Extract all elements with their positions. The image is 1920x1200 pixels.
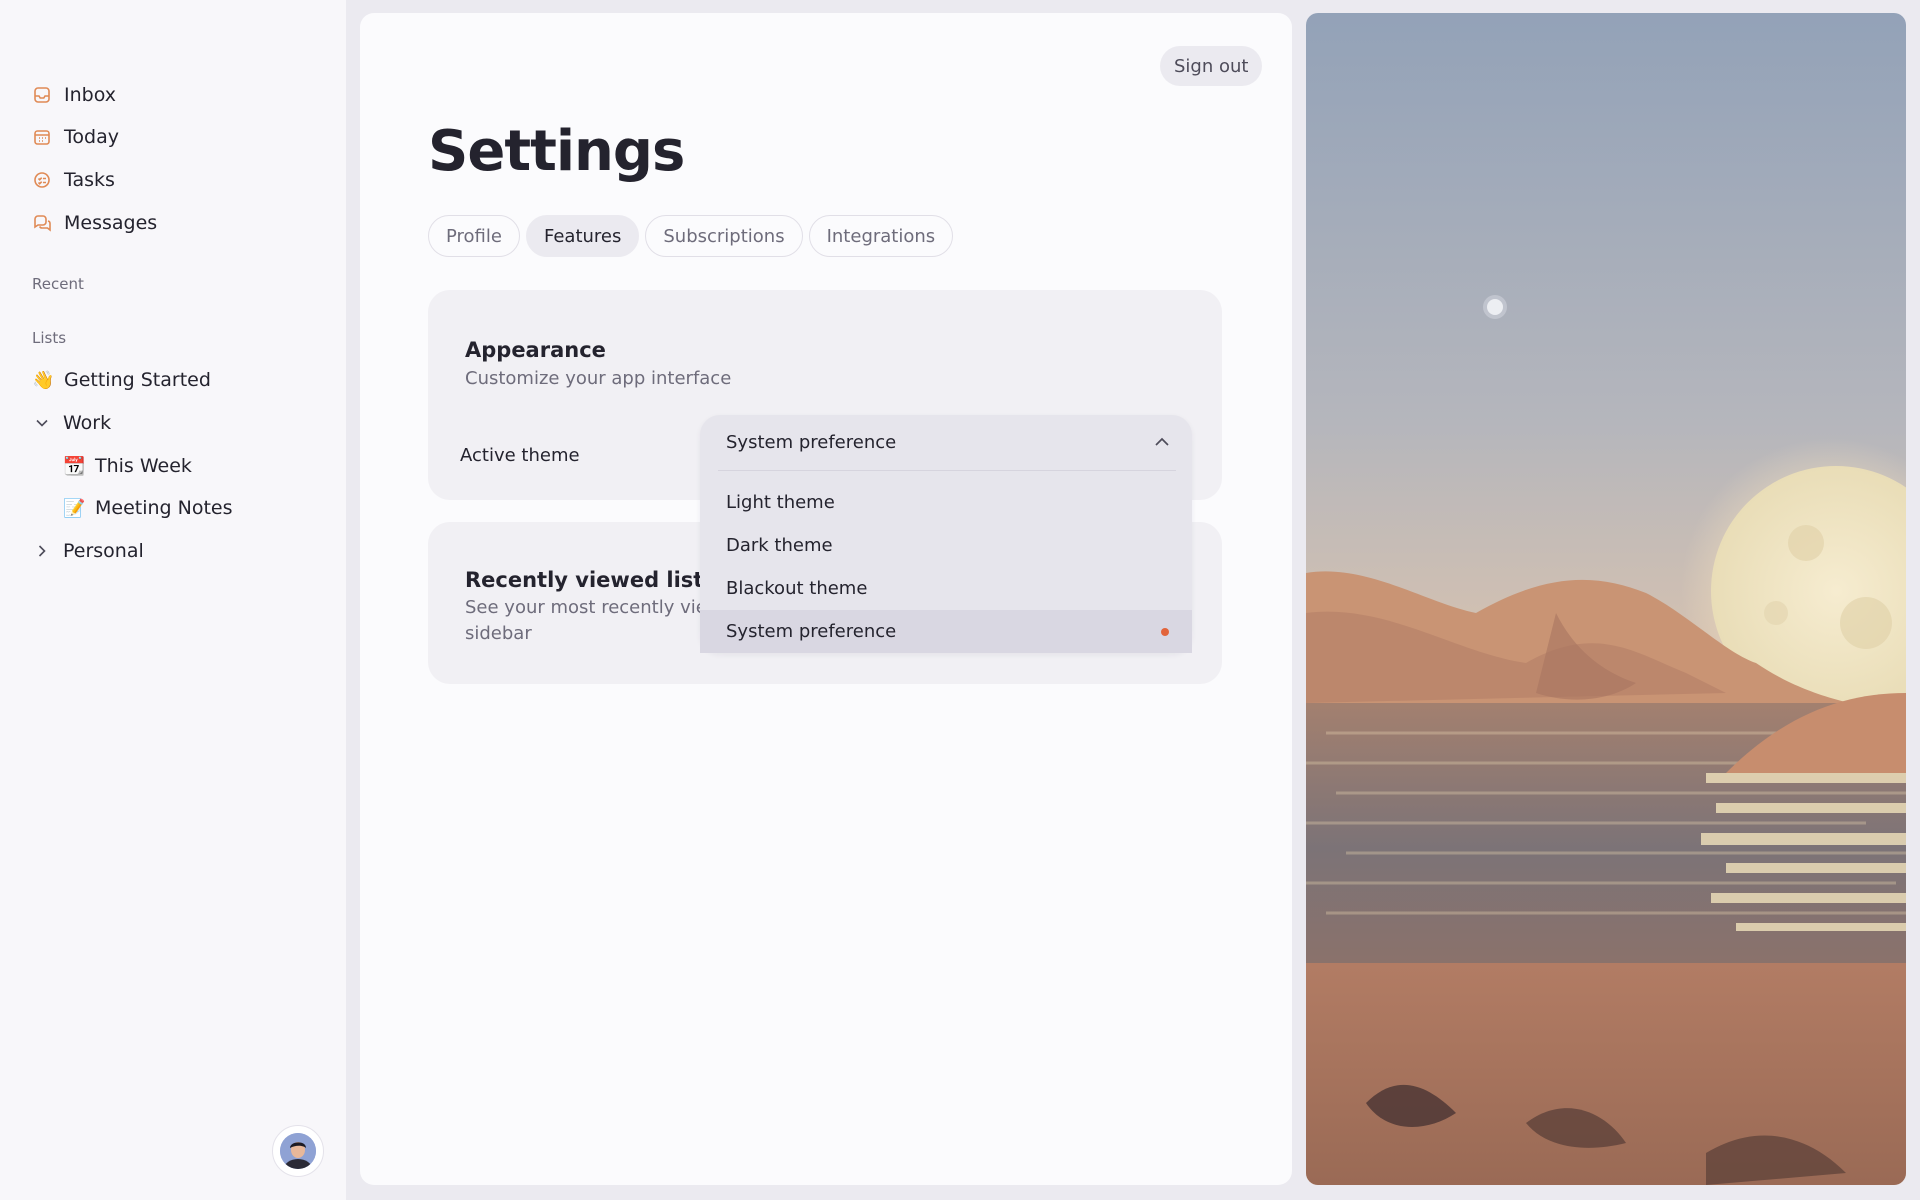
sidebar: Inbox Today Tasks Messages Recent Lists … xyxy=(0,0,346,1200)
recent-lists-subtitle: See your most recently vie xyxy=(465,597,707,618)
sidebar-item-inbox[interactable]: Inbox xyxy=(32,79,116,111)
memo-icon: 📝 xyxy=(63,497,86,519)
user-avatar-icon xyxy=(280,1133,316,1169)
dropdown-divider xyxy=(718,470,1176,471)
selected-dot-icon xyxy=(1161,628,1169,636)
list-item-label: This Week xyxy=(95,455,192,477)
chevron-up-icon[interactable] xyxy=(1152,432,1172,457)
sidebar-item-today[interactable]: Today xyxy=(32,121,119,153)
recent-lists-title: Recently viewed lists xyxy=(465,568,716,592)
desert-moon-illustration xyxy=(1306,13,1906,1185)
recent-lists-subtitle-continued: sidebar xyxy=(465,623,532,644)
recent-section-label: Recent xyxy=(32,275,84,293)
theme-dropdown[interactable]: System preference Light theme Dark theme… xyxy=(700,415,1192,653)
list-item-label: Getting Started xyxy=(64,369,211,391)
appearance-title: Appearance xyxy=(465,338,606,362)
calendar-emoji-icon: 📆 xyxy=(63,455,86,477)
sidebar-item-tasks[interactable]: Tasks xyxy=(32,164,115,196)
waving-hand-icon: 👋 xyxy=(32,369,55,391)
option-label: System preference xyxy=(726,621,897,642)
tab-features[interactable]: Features xyxy=(525,215,640,257)
chevron-down-icon[interactable] xyxy=(31,412,53,434)
option-light-theme[interactable]: Light theme xyxy=(700,481,1192,524)
list-item-label: Personal xyxy=(63,540,144,562)
appearance-subtitle: Customize your app interface xyxy=(465,368,732,389)
settings-panel: Sign out Settings Profile Features Subsc… xyxy=(360,13,1292,1185)
sidebar-list-getting-started[interactable]: 👋 Getting Started xyxy=(32,364,211,396)
messages-icon xyxy=(32,213,52,233)
sidebar-item-label: Messages xyxy=(64,212,158,234)
settings-tabs: Profile Features Subscriptions Integrati… xyxy=(428,215,954,257)
lists-section-label: Lists xyxy=(32,329,67,347)
sidebar-list-meeting-notes[interactable]: 📝 Meeting Notes xyxy=(63,492,233,524)
option-dark-theme[interactable]: Dark theme xyxy=(700,524,1192,567)
sidebar-item-label: Inbox xyxy=(64,84,116,106)
tasks-icon xyxy=(32,170,52,190)
theme-select[interactable]: System preference xyxy=(700,415,1192,470)
sidebar-item-messages[interactable]: Messages xyxy=(32,207,157,239)
sidebar-item-label: Today xyxy=(64,126,119,148)
active-theme-label: Active theme xyxy=(460,445,580,466)
landscape-image xyxy=(1306,13,1906,1185)
avatar[interactable] xyxy=(272,1125,324,1177)
sidebar-item-label: Tasks xyxy=(64,169,115,191)
sidebar-list-this-week[interactable]: 📆 This Week xyxy=(63,450,192,482)
sign-out-button[interactable]: Sign out xyxy=(1160,46,1263,86)
list-item-label: Work xyxy=(63,412,112,434)
sidebar-list-personal[interactable]: Personal xyxy=(31,535,144,567)
calendar-icon xyxy=(32,127,52,147)
sidebar-list-work[interactable]: Work xyxy=(31,407,111,439)
tab-profile[interactable]: Profile xyxy=(428,215,520,257)
theme-select-value: System preference xyxy=(726,432,897,453)
list-item-label: Meeting Notes xyxy=(95,497,233,519)
chevron-right-icon[interactable] xyxy=(31,540,53,562)
tab-integrations[interactable]: Integrations xyxy=(808,215,954,257)
option-blackout-theme[interactable]: Blackout theme xyxy=(700,567,1192,610)
inbox-icon xyxy=(32,85,52,105)
option-system-preference[interactable]: System preference xyxy=(700,610,1192,653)
page-title: Settings xyxy=(428,119,685,184)
tab-subscriptions[interactable]: Subscriptions xyxy=(645,215,803,257)
